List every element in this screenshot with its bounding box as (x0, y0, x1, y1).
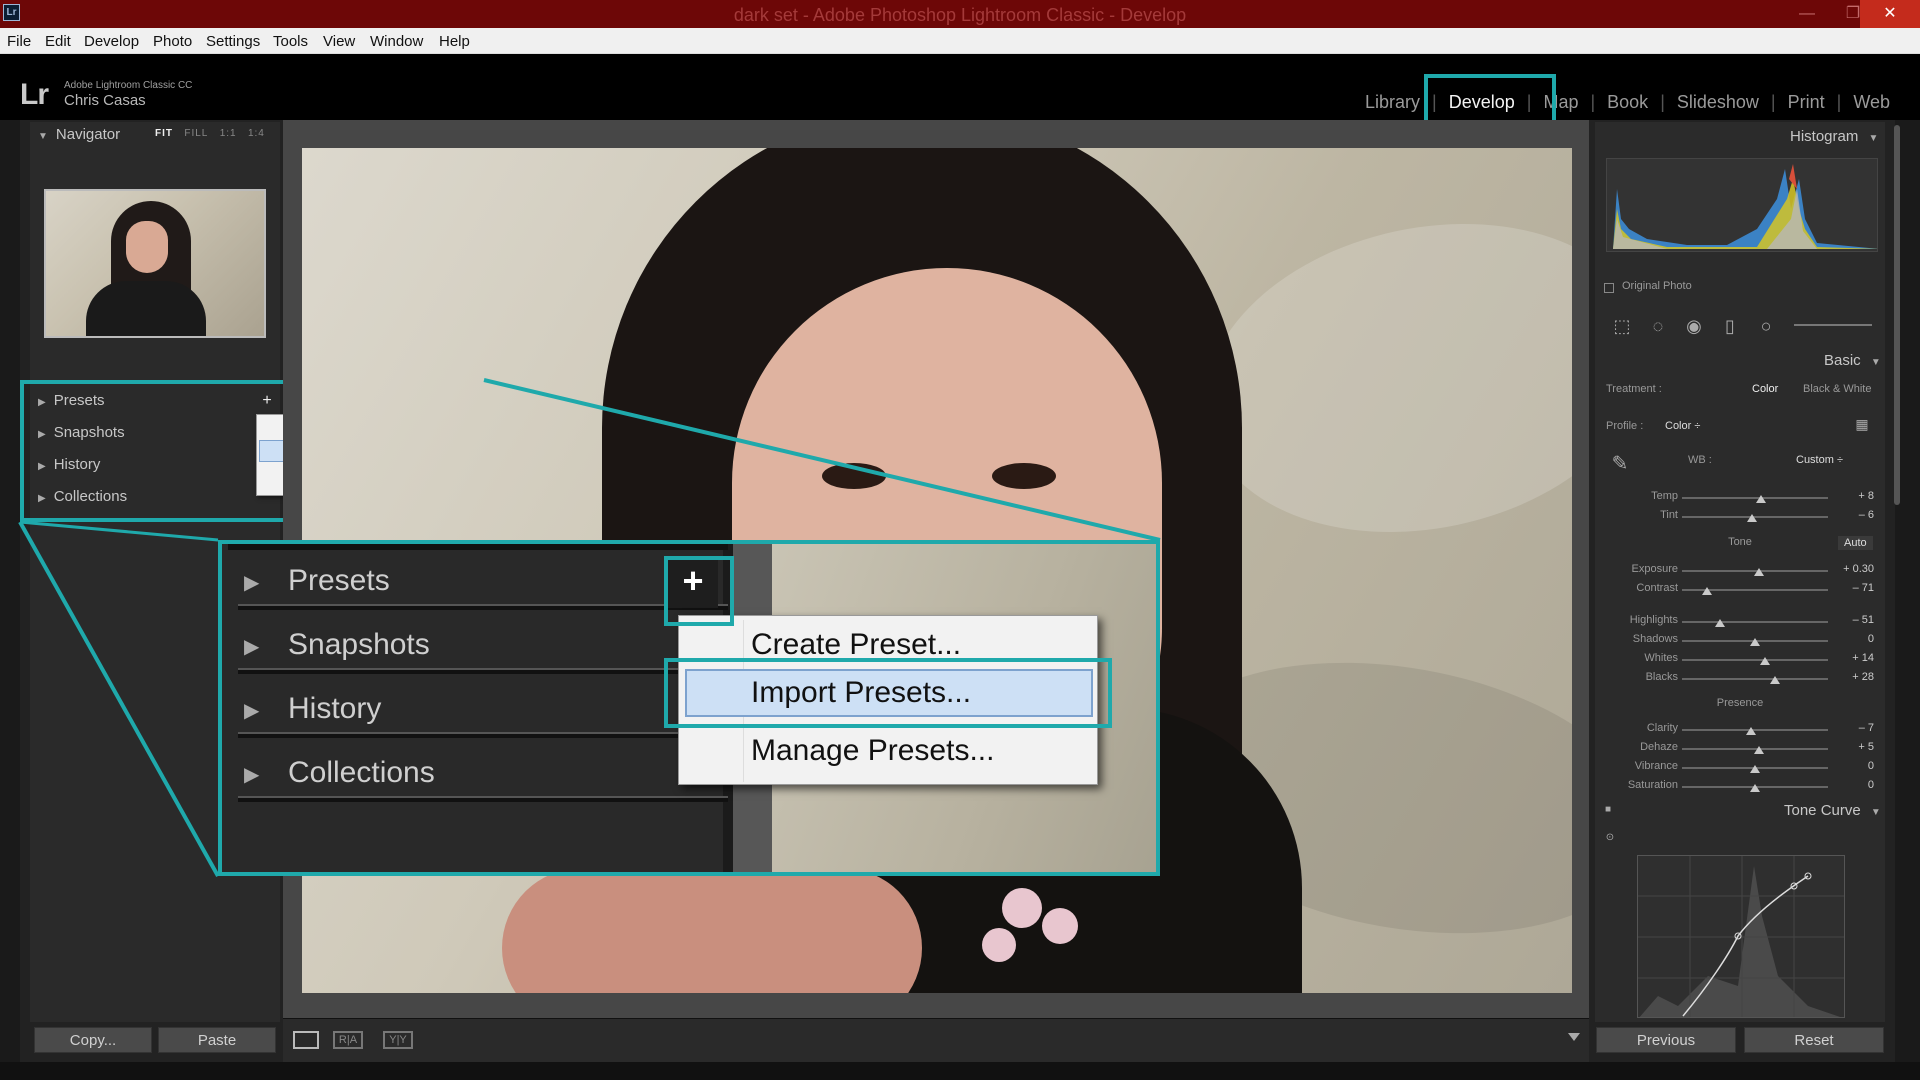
before-after-icon[interactable]: R|A (333, 1031, 363, 1049)
treatment-color-option[interactable]: Color (1752, 383, 1778, 395)
import-presets-highlight-box (664, 658, 1112, 728)
slider-value[interactable]: – 7 (1834, 722, 1874, 734)
profile-browser-grid-icon[interactable]: ▦ (1852, 414, 1872, 434)
slider-label: Whites (1644, 652, 1678, 664)
collapse-triangle-icon: ▼ (1870, 807, 1881, 818)
basic-panel-header[interactable]: Basic ▼ (1824, 352, 1889, 376)
slider-value[interactable]: 0 (1834, 779, 1874, 791)
slider-track[interactable] (1682, 678, 1828, 680)
tone-curve-header[interactable]: Tone Curve ▼ (1784, 802, 1889, 826)
copy-settings-button[interactable]: Copy... (34, 1027, 152, 1053)
slider-label: Highlights (1629, 614, 1678, 626)
slider-value[interactable]: – 51 (1834, 614, 1874, 626)
slider-label: Vibrance (1634, 760, 1678, 772)
red-eye-icon[interactable]: ◉ (1684, 316, 1704, 336)
slider-thumb[interactable] (1701, 587, 1712, 595)
histogram-header[interactable]: Histogram ▼ (1790, 128, 1886, 152)
slider-label: Shadows (1632, 633, 1678, 645)
slider-value[interactable]: + 28 (1834, 671, 1874, 683)
slider-thumb[interactable] (1750, 784, 1760, 792)
compare-icon[interactable]: Y|Y (383, 1031, 413, 1049)
graduated-filter-icon[interactable]: ▯ (1720, 316, 1740, 336)
slider-label: Contrast (1636, 582, 1678, 594)
radial-filter-icon[interactable]: ○ (1756, 316, 1776, 336)
treatment-label: Treatment : (1606, 383, 1662, 395)
crop-tool-icon[interactable]: ⬚ (1612, 316, 1632, 336)
tone-curve-graph[interactable] (1637, 855, 1845, 1018)
wb-dropdown[interactable]: Custom ÷ (1796, 454, 1843, 466)
slider-label: Temp (1651, 490, 1678, 502)
spot-removal-icon[interactable]: ◌ (1648, 316, 1668, 336)
slider-value[interactable]: + 0.30 (1834, 563, 1874, 575)
slider-value[interactable]: – 71 (1834, 582, 1874, 594)
collapse-triangle-icon: ▼ (1868, 133, 1879, 144)
presence-section-label: Presence (1716, 697, 1764, 709)
slider-thumb[interactable] (1754, 746, 1765, 754)
paste-settings-button[interactable]: Paste (158, 1027, 276, 1053)
slider-track[interactable] (1682, 659, 1828, 661)
slider-label: Dehaze (1640, 741, 1678, 753)
slider-thumb[interactable] (1770, 676, 1781, 684)
slider-value[interactable]: + 5 (1834, 741, 1874, 753)
histogram-graph[interactable] (1606, 158, 1878, 252)
slider-label: Clarity (1646, 722, 1678, 734)
target-adjust-icon[interactable]: ⊙ (1600, 828, 1620, 848)
slider-value[interactable]: + 8 (1834, 490, 1874, 502)
panel-switch-icon[interactable]: ■ (1598, 800, 1618, 820)
right-panel-scrollbar[interactable] (1894, 125, 1900, 505)
slider-thumb[interactable] (1747, 514, 1758, 522)
tool-strip: ⬚ ◌ ◉ ▯ ○ (1606, 312, 1878, 338)
slider-thumb[interactable] (1754, 568, 1765, 576)
plus-highlight-box (664, 556, 734, 626)
toolbar-menu-chevron-icon[interactable] (1568, 1033, 1580, 1041)
auto-tone-button[interactable]: Auto (1838, 536, 1873, 550)
slider-thumb[interactable] (1760, 657, 1771, 665)
center-toolbar: R|A Y|Y (283, 1018, 1589, 1062)
profile-dropdown[interactable]: Color ÷ (1665, 420, 1700, 432)
slider-thumb[interactable] (1714, 619, 1725, 627)
slider-track[interactable] (1682, 621, 1828, 623)
previous-button[interactable]: Previous (1596, 1027, 1736, 1053)
slider-label: Tint (1660, 509, 1678, 521)
brush-slider[interactable] (1794, 324, 1872, 326)
filmstrip-bar[interactable] (0, 1062, 1920, 1080)
slider-value[interactable]: + 14 (1834, 652, 1874, 664)
tone-curve-svg (1638, 856, 1844, 1017)
loupe-view-icon[interactable] (293, 1031, 319, 1049)
original-photo-label: Original Photo (1622, 280, 1692, 292)
slider-value[interactable]: 0 (1834, 633, 1874, 645)
collapse-triangle-icon: ▼ (1870, 357, 1881, 368)
slider-label: Saturation (1627, 779, 1678, 791)
slider-thumb[interactable] (1750, 638, 1760, 646)
slider-thumb[interactable] (1745, 727, 1756, 735)
slider-label: Blacks (1645, 671, 1678, 683)
white-balance-eyedropper-icon[interactable]: ✎ (1610, 454, 1630, 474)
histogram-svg (1607, 159, 1877, 251)
slider-label: Exposure (1631, 563, 1678, 575)
treatment-bw-option[interactable]: Black & White (1803, 383, 1871, 395)
slider-thumb[interactable] (1750, 765, 1760, 773)
profile-label: Profile : (1606, 420, 1644, 432)
slider-value[interactable]: 0 (1834, 760, 1874, 772)
wb-label: WB : (1688, 454, 1712, 466)
original-photo-checkbox[interactable] (1604, 283, 1614, 293)
reset-button[interactable]: Reset (1744, 1027, 1884, 1053)
slider-thumb[interactable] (1755, 495, 1766, 503)
slider-value[interactable]: – 6 (1834, 509, 1874, 521)
